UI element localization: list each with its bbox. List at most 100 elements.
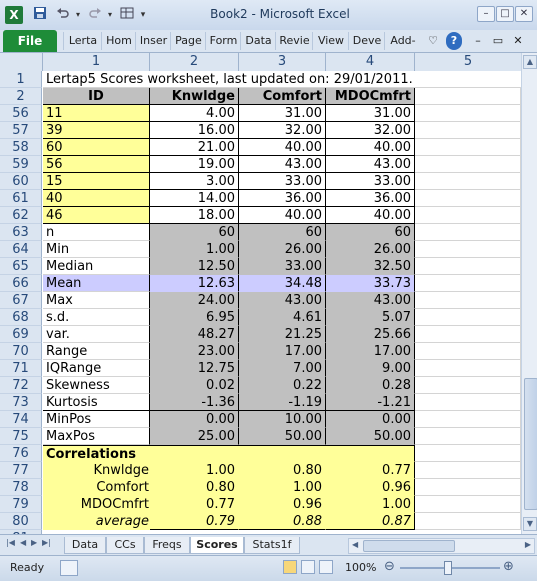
page-layout-view-icon[interactable] bbox=[301, 560, 315, 574]
score-cell[interactable]: 18.00 bbox=[150, 207, 239, 224]
stat-label-cell[interactable]: Skewness bbox=[43, 377, 150, 394]
scroll-left-icon[interactable]: ◀ bbox=[352, 540, 358, 549]
empty-cell[interactable] bbox=[415, 360, 521, 377]
corr-label-cell[interactable]: MDOCmfrt bbox=[43, 496, 150, 513]
empty-cell[interactable] bbox=[415, 292, 521, 309]
column-header-4[interactable]: 4 bbox=[326, 53, 415, 72]
stat-value-cell[interactable]: 60 bbox=[326, 224, 415, 241]
empty-cell[interactable] bbox=[415, 445, 521, 462]
macro-record-icon[interactable] bbox=[60, 560, 78, 576]
corr-value-cell[interactable]: 0.96 bbox=[326, 479, 415, 496]
corr-value-cell[interactable]: 0.77 bbox=[326, 462, 415, 479]
empty-cell[interactable] bbox=[415, 105, 521, 122]
corr-value-cell[interactable]: 0.80 bbox=[239, 462, 326, 479]
empty-cell[interactable] bbox=[415, 326, 521, 343]
zoom-slider-thumb[interactable] bbox=[444, 561, 452, 575]
tab-home[interactable]: Hom bbox=[101, 32, 136, 50]
sheet-tab-ccs[interactable]: CCs bbox=[106, 537, 144, 554]
stat-value-cell[interactable]: 17.00 bbox=[326, 343, 415, 360]
header-cell-knwldge[interactable]: Knwldge bbox=[150, 88, 239, 105]
score-cell[interactable]: 14.00 bbox=[150, 190, 239, 207]
maximize-button[interactable]: □ bbox=[496, 6, 514, 22]
zoom-in-icon[interactable]: ⊕ bbox=[503, 559, 514, 574]
row-header[interactable]: 78 bbox=[0, 479, 42, 496]
score-cell[interactable]: 16.00 bbox=[150, 122, 239, 139]
stat-value-cell[interactable]: 12.50 bbox=[150, 258, 239, 275]
score-cell[interactable]: 32.00 bbox=[239, 122, 326, 139]
row-header[interactable]: 77 bbox=[0, 462, 42, 479]
score-cell[interactable]: 36.00 bbox=[326, 190, 415, 207]
row-header[interactable]: 69 bbox=[0, 326, 42, 343]
undo-icon[interactable] bbox=[54, 6, 72, 24]
vertical-scroll-thumb[interactable] bbox=[524, 378, 537, 510]
id-cell[interactable]: 56 bbox=[43, 156, 150, 173]
column-header-5[interactable]: 5 bbox=[415, 53, 522, 72]
row-header[interactable]: 61 bbox=[0, 190, 42, 207]
empty-cell[interactable] bbox=[415, 173, 521, 190]
file-tab[interactable]: File bbox=[3, 30, 57, 52]
stat-label-cell[interactable]: var. bbox=[43, 326, 150, 343]
score-cell[interactable]: 32.00 bbox=[326, 122, 415, 139]
empty-cell[interactable] bbox=[415, 394, 521, 411]
header-cell-comfort[interactable]: Comfort bbox=[239, 88, 326, 105]
stat-value-cell[interactable]: 0.00 bbox=[150, 411, 239, 428]
score-cell[interactable]: 31.00 bbox=[239, 105, 326, 122]
row-header[interactable]: 60 bbox=[0, 173, 42, 190]
empty-cell[interactable] bbox=[415, 479, 521, 496]
corr-value-cell[interactable]: 0.96 bbox=[239, 496, 326, 513]
stat-value-cell[interactable]: 33.73 bbox=[326, 275, 415, 292]
page-break-view-icon[interactable] bbox=[319, 560, 333, 574]
stat-label-cell[interactable]: Median bbox=[43, 258, 150, 275]
ribbon-collapse-icon[interactable]: ♡ bbox=[424, 32, 442, 50]
customize-toolbar-icon[interactable]: ▾ bbox=[138, 6, 148, 24]
form-icon[interactable] bbox=[118, 6, 136, 24]
sheet-tab-scores[interactable]: Scores bbox=[190, 537, 244, 554]
stat-value-cell[interactable]: 12.63 bbox=[150, 275, 239, 292]
normal-view-icon[interactable] bbox=[283, 560, 297, 574]
score-cell[interactable]: 3.00 bbox=[150, 173, 239, 190]
tab-insert[interactable]: Inser bbox=[135, 32, 171, 50]
tab-page[interactable]: Page bbox=[170, 32, 206, 50]
stat-value-cell[interactable]: 60 bbox=[239, 224, 326, 241]
score-cell[interactable]: 33.00 bbox=[239, 173, 326, 190]
workbook-close-icon[interactable]: ✕ bbox=[510, 32, 526, 50]
row-header[interactable]: 80 bbox=[0, 513, 42, 530]
row-header[interactable]: 67 bbox=[0, 292, 42, 309]
row-header[interactable]: 79 bbox=[0, 496, 42, 513]
sheet-tab-freqs[interactable]: Freqs bbox=[144, 537, 190, 554]
stat-value-cell[interactable]: 60 bbox=[150, 224, 239, 241]
stat-value-cell[interactable]: 33.00 bbox=[239, 258, 326, 275]
vertical-scrollbar[interactable]: ▲ ▼ bbox=[521, 53, 537, 534]
empty-cell[interactable] bbox=[415, 156, 521, 173]
id-cell[interactable]: 15 bbox=[43, 173, 150, 190]
stat-value-cell[interactable]: 1.00 bbox=[150, 241, 239, 258]
corr-value-cell[interactable]: 1.00 bbox=[239, 479, 326, 496]
id-cell[interactable]: 46 bbox=[43, 207, 150, 224]
column-header-2[interactable]: 2 bbox=[150, 53, 239, 72]
empty-cell[interactable] bbox=[415, 462, 521, 479]
workbook-minimize-icon[interactable]: – bbox=[470, 32, 486, 50]
score-cell[interactable]: 43.00 bbox=[326, 156, 415, 173]
stat-value-cell[interactable]: 50.00 bbox=[239, 428, 326, 445]
empty-cell[interactable] bbox=[415, 275, 521, 292]
score-cell[interactable]: 21.00 bbox=[150, 139, 239, 156]
corr-value-cell[interactable]: 0.79 bbox=[150, 513, 239, 530]
corr-value-cell[interactable]: 0.88 bbox=[239, 513, 326, 530]
tab-lertap[interactable]: Lerta bbox=[63, 32, 102, 50]
row-header[interactable]: 66 bbox=[0, 275, 42, 292]
stat-value-cell[interactable]: -1.36 bbox=[150, 394, 239, 411]
stat-value-cell[interactable]: 26.00 bbox=[326, 241, 415, 258]
stat-value-cell[interactable]: 24.00 bbox=[150, 292, 239, 309]
zoom-out-icon[interactable]: ⊖ bbox=[384, 559, 395, 574]
row-header[interactable]: 73 bbox=[0, 394, 42, 411]
id-cell[interactable]: 40 bbox=[43, 190, 150, 207]
score-cell[interactable]: 4.00 bbox=[150, 105, 239, 122]
empty-cell[interactable] bbox=[415, 241, 521, 258]
sheet-tab-stats1f[interactable]: Stats1f bbox=[244, 537, 300, 554]
help-icon[interactable]: ? bbox=[446, 32, 462, 50]
save-icon[interactable] bbox=[32, 6, 48, 24]
header-cell-mdocmfrt[interactable]: MDOCmfrt bbox=[326, 88, 415, 105]
horizontal-scroll-thumb[interactable] bbox=[363, 540, 455, 552]
empty-cell[interactable] bbox=[415, 224, 521, 241]
workbook-restore-icon[interactable]: ▭ bbox=[490, 32, 506, 50]
